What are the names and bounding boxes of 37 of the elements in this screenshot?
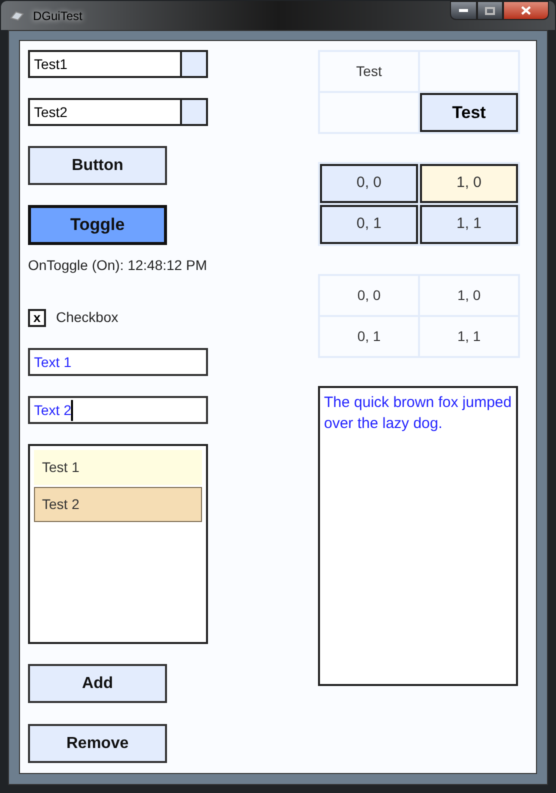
dropdown-arrow-button[interactable] xyxy=(180,100,206,124)
grid-button[interactable]: 0, 0 xyxy=(320,164,418,203)
maximize-button[interactable] xyxy=(477,1,503,20)
field-value: Text 1 xyxy=(34,352,72,372)
grid-button[interactable]: 0, 1 xyxy=(320,205,418,244)
dropdown-value: Test2 xyxy=(33,103,68,122)
dropdown[interactable]: Test2 xyxy=(28,98,208,126)
grid-label: Test xyxy=(356,62,382,81)
grid-label: 0, 0 xyxy=(357,286,381,305)
list-item[interactable]: Test 2 xyxy=(34,487,202,522)
checkbox[interactable]: x xyxy=(28,308,46,326)
toggle-status-text: OnToggle (On): 12:48:12 PM xyxy=(28,256,208,275)
grid-label: 1, 0 xyxy=(457,286,481,305)
list-item[interactable]: Test 1 xyxy=(34,450,202,485)
dropdown-value: Test1 xyxy=(33,55,68,74)
grid-label: 1, 1 xyxy=(457,327,481,346)
dropdown[interactable]: Test1 xyxy=(28,50,208,78)
push-button[interactable]: Button xyxy=(28,146,167,185)
grid-button[interactable]: Test xyxy=(420,93,518,132)
minimize-button[interactable] xyxy=(450,1,477,20)
close-icon xyxy=(521,6,531,15)
checkbox-label: Checkbox xyxy=(56,308,118,327)
action-button[interactable]: Remove xyxy=(28,724,167,763)
window-title: DGuiTest xyxy=(33,8,82,24)
close-button[interactable] xyxy=(503,1,549,20)
field-value: Text 2 xyxy=(34,400,74,420)
maximize-icon xyxy=(485,6,495,14)
text-field[interactable]: Text 2 xyxy=(28,396,208,424)
grid-button[interactable]: 1, 0 xyxy=(420,164,518,203)
minimize-icon xyxy=(459,9,468,12)
text-area[interactable]: The quick brown fox jumped over the lazy dog. xyxy=(318,386,518,686)
grid-button[interactable]: 1, 1 xyxy=(420,205,518,244)
text-field[interactable]: Text 1 xyxy=(28,348,208,376)
toggle-button[interactable]: Toggle xyxy=(28,205,167,245)
dropdown-arrow-button[interactable] xyxy=(180,52,206,76)
grid-label: 0, 1 xyxy=(357,327,381,346)
action-button[interactable]: Add xyxy=(28,664,167,703)
